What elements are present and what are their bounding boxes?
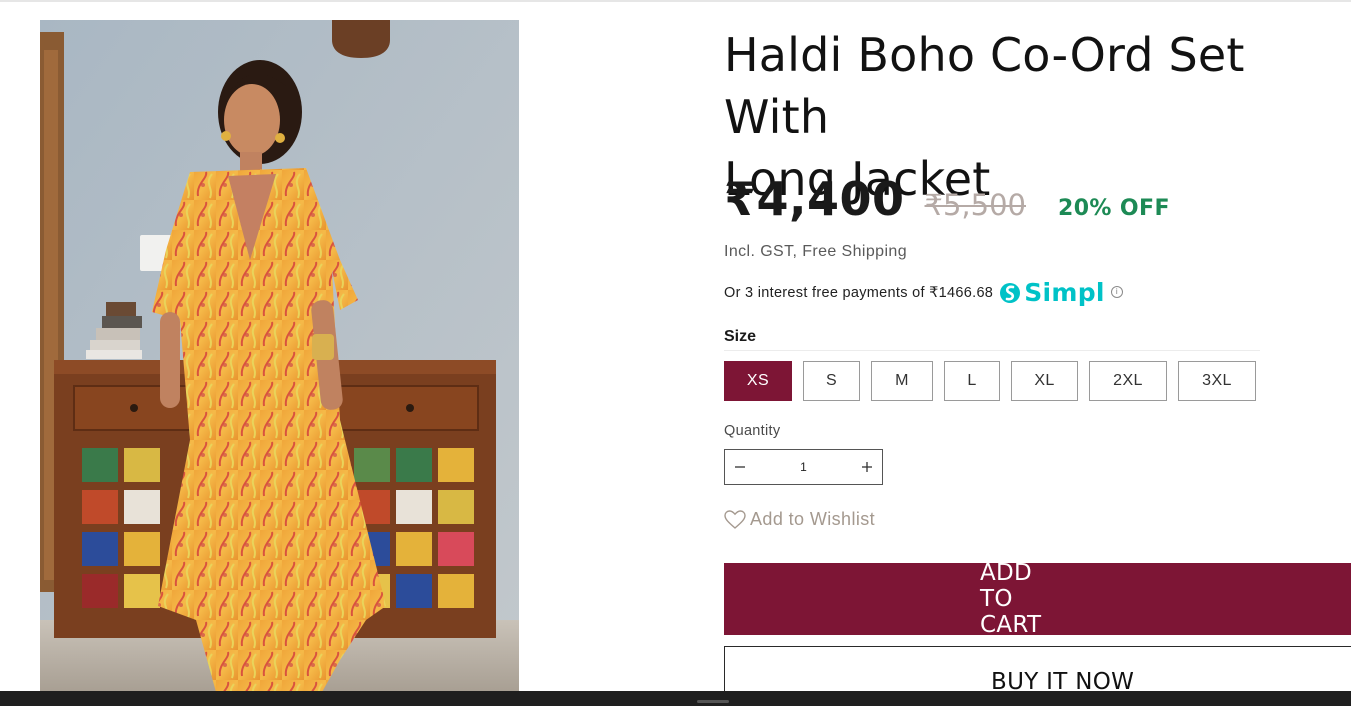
compare-price: ₹5,500 (924, 188, 1026, 222)
size-option-3xl[interactable]: 3XL (1178, 361, 1256, 401)
product-image[interactable] (40, 20, 519, 692)
quantity-increase-button[interactable] (852, 450, 882, 484)
size-option-m[interactable]: M (871, 361, 933, 401)
heart-icon (724, 509, 746, 529)
add-to-cart-button[interactable]: ADD TO CART (724, 560, 1351, 638)
bottom-system-bar (0, 691, 1351, 706)
size-divider (724, 350, 1260, 351)
simpl-logo[interactable]: Simpl (999, 278, 1105, 307)
size-option-xl[interactable]: XL (1011, 361, 1078, 401)
emi-text: Or 3 interest free payments of ₹1466.68 (724, 284, 994, 301)
product-info: Haldi Boho Co-Ord Set With Long Jacket ₹… (724, 24, 1351, 706)
simpl-mark-icon (1000, 282, 1021, 303)
size-option-xs[interactable]: XS (724, 361, 792, 401)
quantity-stepper: 1 (724, 449, 883, 485)
quantity-decrease-button[interactable] (725, 450, 755, 484)
size-option-l[interactable]: L (944, 361, 1000, 401)
price-row: ₹4,400 ₹5,500 20% OFF (724, 172, 1170, 226)
plus-icon (862, 462, 872, 472)
size-options: XS S M L XL 2XL 3XL (724, 361, 1267, 401)
header-divider (0, 0, 1351, 2)
sale-price: ₹4,400 (724, 172, 905, 226)
quantity-label: Quantity (724, 423, 781, 439)
bottom-handle[interactable] (697, 700, 729, 703)
add-to-wishlist-link[interactable]: Add to Wishlist (724, 509, 875, 530)
size-option-2xl[interactable]: 2XL (1089, 361, 1167, 401)
wishlist-label: Add to Wishlist (750, 509, 876, 529)
minus-icon (735, 466, 745, 468)
emi-row: Or 3 interest free payments of ₹1466.68 … (724, 278, 1123, 307)
quantity-input[interactable]: 1 (800, 460, 807, 474)
product-page: Haldi Boho Co-Ord Set With Long Jacket ₹… (0, 0, 1351, 706)
size-option-s[interactable]: S (803, 361, 860, 401)
discount-badge: 20% OFF (1058, 196, 1170, 221)
add-to-cart-label: ADD TO CART (980, 560, 1042, 638)
size-label: Size (724, 328, 757, 345)
simpl-wordmark: Simpl (1024, 278, 1105, 307)
info-icon[interactable]: i (1110, 285, 1123, 298)
tax-note: Incl. GST, Free Shipping (724, 243, 908, 260)
